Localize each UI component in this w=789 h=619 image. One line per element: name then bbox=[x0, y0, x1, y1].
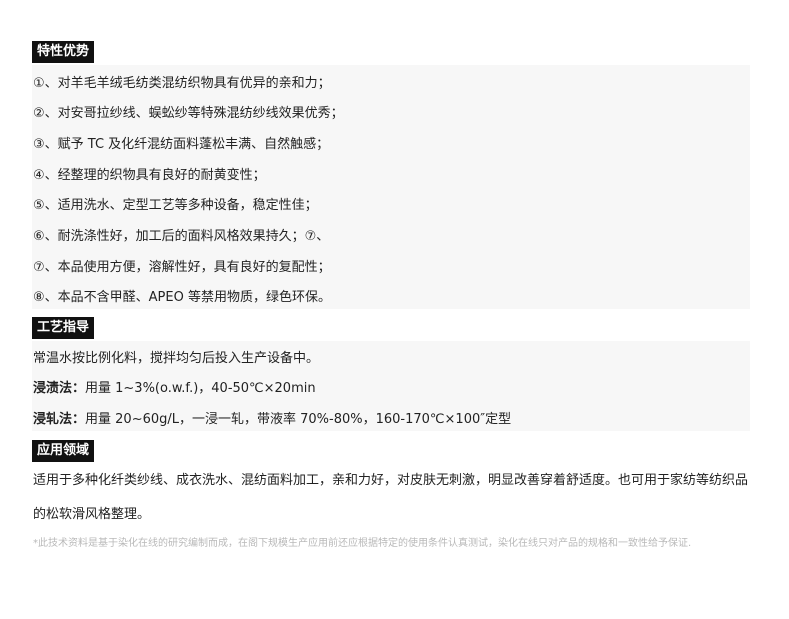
feature-item-4: ④、经整理的织物具有良好的耐黄变性； bbox=[33, 168, 266, 183]
feature-item-7: ⑦、本品使用方便，溶解性好，具有良好的复配性； bbox=[33, 260, 331, 275]
pad-method-value: 用量 20~60g/L，一浸一轧，带液率 70%-80%，160-170℃×10… bbox=[85, 412, 512, 427]
feature-item-5: ⑤、适用洗水、定型工艺等多种设备，稳定性佳； bbox=[33, 198, 318, 213]
application-text: 适用于多种化纤类纱线、成衣洗水、混纺面料加工，亲和力好，对皮肤无刺激，明显改善穿… bbox=[33, 473, 749, 522]
feature-item-8: ⑧、本品不含甲醛、APEO 等禁用物质，绿色环保。 bbox=[33, 290, 331, 305]
pad-method-label: 浸轧法： bbox=[33, 412, 86, 427]
feature-item-1: ①、对羊毛羊绒毛纺类混纺织物具有优异的亲和力； bbox=[33, 76, 331, 91]
dip-method: 浸渍法：用量 1~3%(o.w.f.)，40-50℃×20min bbox=[33, 380, 316, 398]
feature-item-3: ③、赋予 TC 及化纤混纺面料蓬松丰满、自然触感； bbox=[33, 137, 330, 152]
disclaimer-note: *此技术资料是基于染化在线的研究编制而成，在阁下规模生产应用前还应根据特定的使用… bbox=[33, 538, 692, 549]
application-heading: 应用领域 bbox=[32, 440, 95, 462]
dip-method-value: 用量 1~3%(o.w.f.)，40-50℃×20min bbox=[85, 381, 316, 396]
process-heading: 工艺指导 bbox=[32, 317, 95, 339]
dip-method-label: 浸渍法： bbox=[33, 381, 86, 396]
feature-item-2: ②、对安哥拉纱线、蜈蚣纱等特殊混纺纱线效果优秀； bbox=[33, 106, 344, 121]
features-heading: 特性优势 bbox=[32, 41, 95, 63]
process-intro: 常温水按比例化料，搅拌均匀后投入生产设备中。 bbox=[33, 351, 320, 366]
pad-method: 浸轧法：用量 20~60g/L，一浸一轧，带液率 70%-80%，160-170… bbox=[33, 411, 511, 429]
feature-item-6: ⑥、耐洗涤性好，加工后的面料风格效果持久；⑦、 bbox=[33, 229, 330, 244]
